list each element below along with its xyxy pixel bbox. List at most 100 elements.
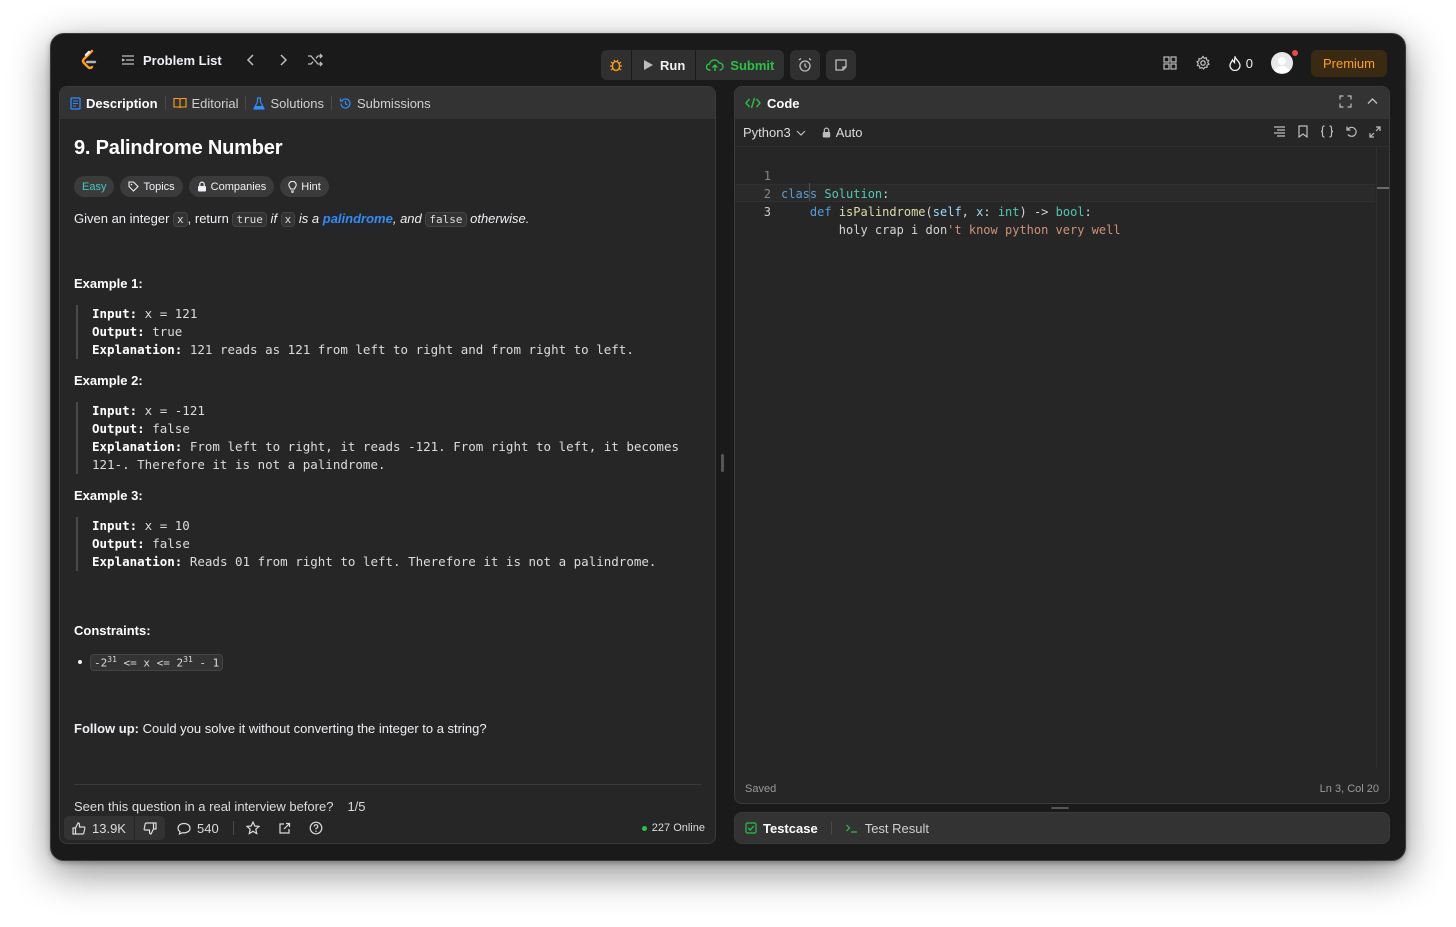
param: self	[932, 205, 962, 219]
output-value: false	[144, 421, 190, 436]
input-label: Input:	[92, 403, 138, 418]
tab-solutions-label: Solutions	[270, 95, 324, 111]
tab-testcase[interactable]: Testcase	[745, 821, 818, 836]
tag-icon	[128, 181, 140, 192]
tab-divider	[164, 96, 166, 110]
output-value: false	[144, 536, 190, 551]
problem-tags: Easy Topics Companies Hint	[74, 176, 701, 197]
expand-icon[interactable]	[1369, 125, 1381, 138]
code-text: holy crap i don	[838, 223, 948, 237]
tab-description[interactable]: Description	[70, 96, 158, 111]
share-icon	[278, 822, 291, 835]
code-title: Code	[767, 95, 800, 111]
punctuation: :	[1084, 205, 1092, 219]
chevron-right-icon[interactable]	[270, 47, 296, 73]
panel-resize-handle[interactable]	[721, 454, 724, 472]
test-panel: Testcase Test Result	[734, 812, 1390, 844]
grid-layout-icon[interactable]	[1163, 56, 1177, 70]
bug-icon	[609, 58, 623, 72]
topics-tag[interactable]: Topics	[120, 176, 183, 197]
problem-description: 9. Palindrome Number Easy Topics Compani…	[60, 119, 715, 814]
reset-icon[interactable]	[1345, 125, 1358, 138]
favorite-button[interactable]	[245, 821, 260, 835]
code-editor[interactable]: 1 class Solution: 2 def isPalindrome(sel…	[735, 147, 1389, 767]
share-button[interactable]	[278, 822, 291, 835]
tab-description-label: Description	[86, 95, 158, 111]
play-icon	[642, 59, 654, 71]
function-name: isPalindrome	[838, 205, 926, 219]
hint-tag[interactable]: Hint	[280, 176, 329, 197]
format-icon[interactable]	[1273, 125, 1286, 138]
timer-button[interactable]	[790, 50, 821, 80]
line-code: holy crap i don't know python very well	[781, 221, 1121, 239]
notes-button[interactable]	[826, 50, 857, 80]
like-button[interactable]: 13.9K	[64, 816, 134, 840]
problem-title[interactable]: 9. Palindrome Number	[74, 137, 701, 160]
bookmark-icon[interactable]	[1297, 125, 1309, 138]
tab-solutions[interactable]: Solutions	[253, 95, 324, 111]
comments-button[interactable]: 540	[177, 821, 219, 836]
leetcode-logo-icon[interactable]	[79, 49, 101, 71]
chevron-up-icon[interactable]	[1366, 95, 1379, 108]
punctuation: ) ->	[1019, 205, 1056, 219]
description-tabs: Description Editorial Solutions Submissi…	[60, 87, 715, 119]
shuffle-icon[interactable]	[302, 47, 328, 73]
tab-editorial-label: Editorial	[191, 95, 239, 111]
input-value: x = 121	[137, 306, 198, 321]
fullscreen-icon[interactable]	[1339, 95, 1352, 108]
code-line[interactable]: 1 class Solution:	[735, 149, 1375, 201]
gear-icon[interactable]	[1195, 55, 1211, 71]
hint-label: Hint	[301, 180, 321, 193]
auto-mode[interactable]: Auto	[822, 125, 862, 140]
cloud-upload-icon	[706, 58, 724, 72]
scrollbar-marker	[1377, 187, 1389, 189]
code-line[interactable]: 2 def isPalindrome(self, x: int) -> bool…	[735, 167, 1375, 219]
submit-label: Submit	[730, 57, 775, 73]
dislike-button[interactable]	[133, 816, 165, 840]
run-button[interactable]: Run	[631, 50, 695, 80]
history-icon	[339, 97, 352, 110]
test-result-label: Test Result	[864, 820, 929, 836]
example-3-title: Example 3:	[74, 488, 143, 503]
tab-test-result[interactable]: Test Result	[845, 821, 929, 836]
debug-button[interactable]	[601, 50, 631, 80]
language-select[interactable]: Python3	[743, 125, 806, 140]
palindrome-link[interactable]: palindrome	[323, 211, 393, 226]
constraint-part: -2	[94, 656, 108, 670]
thumbs-up-icon	[72, 821, 86, 835]
tab-divider	[330, 96, 332, 110]
problem-list-button[interactable]: Problem List	[121, 53, 222, 68]
tab-submissions[interactable]: Submissions	[339, 96, 431, 111]
flask-icon	[253, 96, 266, 110]
statement-text: otherwise.	[466, 211, 530, 226]
companies-tag[interactable]: Companies	[188, 176, 275, 197]
user-avatar[interactable]	[1270, 50, 1298, 74]
description-panel: Description Editorial Solutions Submissi…	[59, 86, 716, 844]
submit-button[interactable]: Submit	[695, 50, 784, 80]
constraint-exponent: 31	[107, 655, 117, 664]
code-line-active[interactable]: 3 holy crap i don't know python very wel…	[735, 184, 1375, 237]
tab-editorial[interactable]: Editorial	[172, 95, 239, 111]
explanation-label: Explanation:	[92, 342, 183, 357]
constraint-part: - 1	[192, 656, 220, 670]
statement-text: , return	[187, 211, 233, 226]
line-code: def isPalindrome(self, x: int) -> bool:	[781, 203, 1092, 221]
premium-button[interactable]: Premium	[1310, 49, 1387, 77]
difficulty-badge: Easy	[74, 176, 115, 197]
statement-text: Given an integer	[74, 211, 174, 226]
streak-counter[interactable]: 0	[1229, 55, 1253, 71]
note-icon	[834, 58, 848, 72]
help-button[interactable]	[309, 821, 323, 835]
chevron-left-icon[interactable]	[238, 47, 264, 73]
inline-code: x	[173, 212, 188, 227]
alarm-clock-icon	[797, 57, 813, 73]
panel-resize-handle[interactable]	[1051, 807, 1069, 809]
interview-survey[interactable]: Seen this question in a real interview b…	[74, 799, 366, 814]
explanation-text: From left to right, it reads -121. From …	[182, 439, 680, 454]
online-label: 227 Online	[651, 822, 705, 834]
constraint-item: -231 <= x <= 231 - 1	[74, 654, 701, 671]
braces-icon[interactable]	[1320, 125, 1334, 138]
companies-label: Companies	[210, 180, 267, 193]
checkbox-icon	[745, 822, 757, 834]
inline-code: true	[232, 212, 267, 227]
